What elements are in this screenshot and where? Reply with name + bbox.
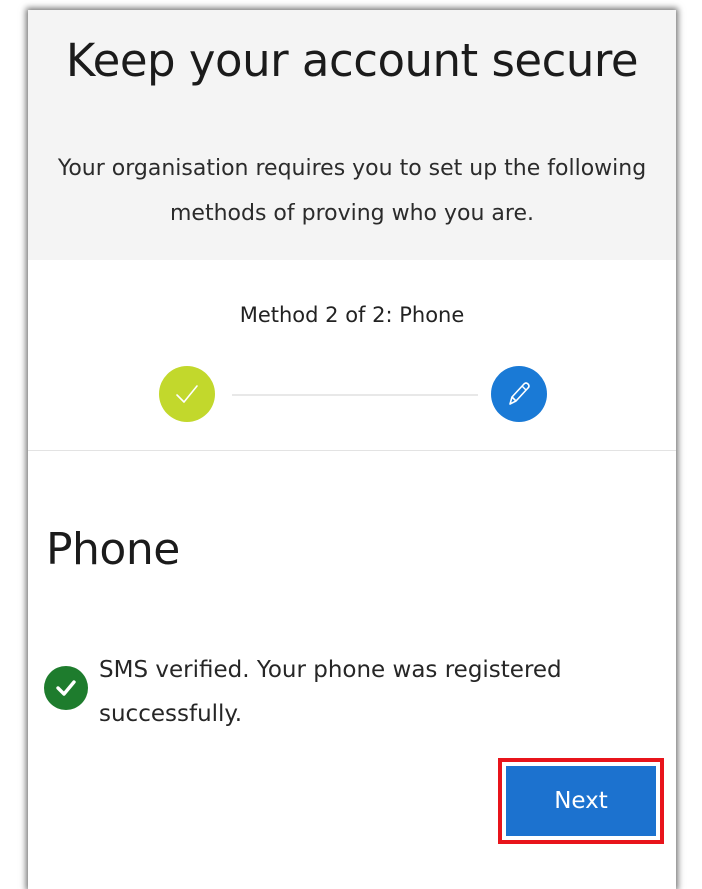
screenshot-frame: Keep your account secure Your organisati… xyxy=(0,0,702,889)
step-2-current xyxy=(491,366,547,422)
status-message-line-2: successfully. xyxy=(99,701,243,727)
status-message: SMS verified. Your phone was registered … xyxy=(99,648,659,736)
page-title: Keep your account secure xyxy=(65,34,639,87)
next-button[interactable]: Next xyxy=(506,766,656,836)
section-divider xyxy=(28,450,676,451)
subtitle-line-2: methods of proving who you are. xyxy=(169,201,534,226)
section-title: Phone xyxy=(46,524,180,575)
progress-connector xyxy=(232,394,478,396)
subtitle-line-1: Your organisation requires you to set up… xyxy=(57,156,647,181)
page-subtitle: Your organisation requires you to set up… xyxy=(28,146,676,236)
pencil-icon xyxy=(509,382,530,405)
status-message-line-1: SMS verified. Your phone was registered xyxy=(99,657,562,683)
header-panel: Keep your account secure Your organisati… xyxy=(28,10,676,260)
setup-dialog: Keep your account secure Your organisati… xyxy=(28,10,676,889)
step-1-completed xyxy=(159,366,215,422)
success-check-icon xyxy=(44,666,88,710)
method-progress-label: Method 2 of 2: Phone xyxy=(239,303,465,327)
checkmark-icon xyxy=(176,385,198,403)
